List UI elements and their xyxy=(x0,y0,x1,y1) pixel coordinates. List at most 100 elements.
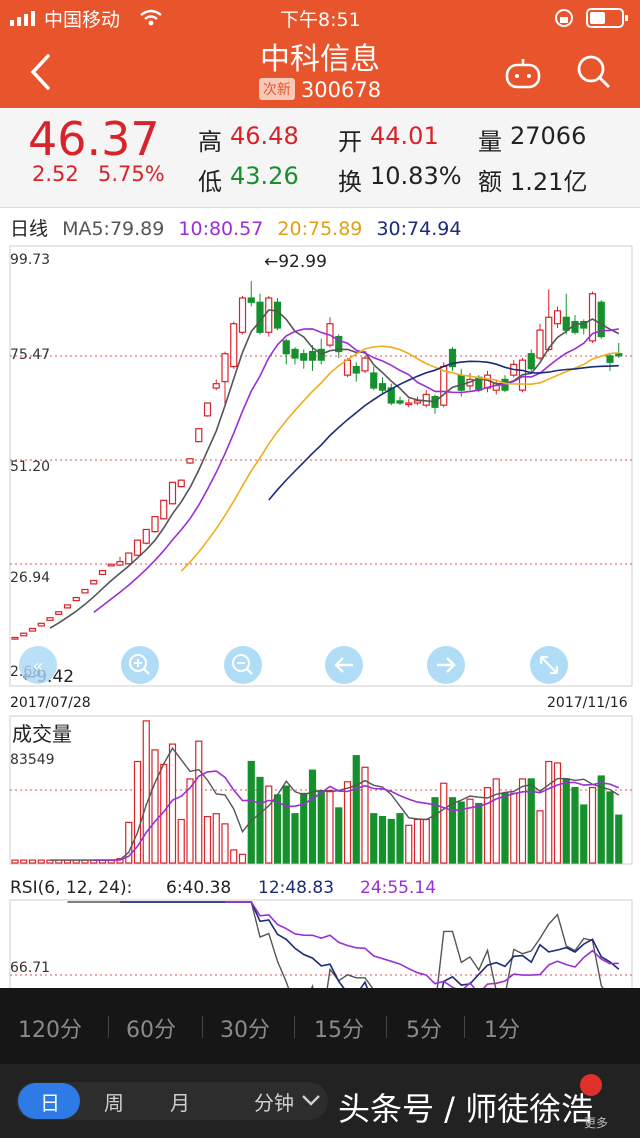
candle xyxy=(98,570,107,576)
candle xyxy=(308,350,317,361)
volume-bar xyxy=(247,760,255,864)
candle xyxy=(265,297,273,333)
volume-title: 成交量 xyxy=(12,722,72,746)
candle xyxy=(396,400,404,404)
candle xyxy=(133,539,142,556)
candle xyxy=(300,353,308,361)
volume-bar xyxy=(405,824,413,864)
fullscreen-button[interactable] xyxy=(530,646,568,684)
volume-bar xyxy=(571,786,579,864)
volume-bar xyxy=(588,786,597,864)
max-price-marker: ←92.99 xyxy=(264,252,327,272)
candle xyxy=(160,499,168,520)
watermark: 头条号 / 师徒徐浩 xyxy=(338,1090,594,1128)
zoom-in-button[interactable] xyxy=(121,646,159,684)
rsi6-line xyxy=(67,901,620,990)
candle xyxy=(553,310,562,325)
volume-bar xyxy=(282,785,290,864)
candle xyxy=(195,428,203,443)
stock-charts[interactable]: 99.73 75.47 51.20 26.94 2.68 ←92.99 ←9.4… xyxy=(0,0,640,990)
volume-bar xyxy=(597,775,605,864)
candle xyxy=(46,617,54,621)
kline-frame xyxy=(9,245,633,687)
volume-bar xyxy=(492,778,500,864)
volume-bar xyxy=(317,789,325,864)
y-label-3: 51.20 xyxy=(10,459,50,475)
volume-bar xyxy=(431,797,439,864)
candle xyxy=(571,320,579,333)
start-date: 2017/07/28 xyxy=(10,695,91,711)
candle xyxy=(562,316,570,331)
candle xyxy=(55,611,63,615)
zoom-reduce-button[interactable] xyxy=(224,646,262,684)
more-label[interactable]: 更多 xyxy=(584,1114,608,1131)
volume-bar xyxy=(11,859,19,864)
rsi-scale-label: 66.71 xyxy=(10,960,50,976)
candle xyxy=(282,340,290,355)
tab-week[interactable]: 周 xyxy=(104,1087,124,1116)
timeframe-30min[interactable]: 30分 xyxy=(220,1012,270,1044)
volume-bar xyxy=(28,859,37,864)
candle xyxy=(72,597,80,602)
timeframe-120min[interactable]: 120分 xyxy=(18,1012,82,1044)
candle xyxy=(291,348,299,359)
candle xyxy=(11,636,19,640)
y-label-4: 26.94 xyxy=(10,570,50,586)
scroll-right-button[interactable] xyxy=(427,646,465,684)
volume-bar xyxy=(378,815,387,864)
volume-bar xyxy=(448,797,457,864)
zoom-out-far-button[interactable]: « xyxy=(19,646,57,684)
candle xyxy=(352,365,360,374)
volume-bar xyxy=(186,778,194,864)
rsi12-line xyxy=(120,901,620,990)
timeframe-60min[interactable]: 60分 xyxy=(126,1012,176,1044)
rsi6-value: 6:40.38 xyxy=(166,878,231,898)
candle xyxy=(20,632,28,637)
candle xyxy=(125,552,133,565)
candle xyxy=(212,383,220,389)
tab-month[interactable]: 月 xyxy=(170,1087,190,1116)
volume-bar xyxy=(335,807,343,864)
y-label-2: 75.47 xyxy=(10,347,50,363)
tab-day[interactable]: 日 xyxy=(40,1087,60,1116)
volume-scale-label: 83549 xyxy=(10,752,55,768)
volume-bar xyxy=(265,785,273,864)
candle xyxy=(615,353,623,357)
volume-bar xyxy=(387,818,395,864)
volume-bar xyxy=(326,789,334,864)
timeframe-1min[interactable]: 1分 xyxy=(484,1012,520,1044)
candle xyxy=(405,402,413,406)
volume-bar xyxy=(580,804,588,864)
candle xyxy=(81,588,89,594)
candle xyxy=(151,516,159,533)
rsi-title: RSI(6, 12, 24): xyxy=(10,878,132,898)
volume-bar xyxy=(457,801,465,864)
volume-bar xyxy=(195,740,203,864)
chevron-down-icon[interactable] xyxy=(300,1092,322,1108)
candle xyxy=(28,627,37,632)
candle xyxy=(527,353,535,370)
timeframe-15min[interactable]: 15分 xyxy=(314,1012,364,1044)
volume-bar xyxy=(151,749,159,864)
notification-dot-icon xyxy=(580,1074,602,1096)
candle xyxy=(230,323,238,368)
volume-bar xyxy=(413,818,422,864)
candle xyxy=(378,383,387,391)
volume-bar xyxy=(562,778,570,864)
volume-bar xyxy=(291,813,299,864)
volume-bar xyxy=(308,769,317,864)
candle xyxy=(142,528,150,544)
candle xyxy=(273,301,282,329)
kline-grid xyxy=(10,355,632,565)
volume-bar xyxy=(20,859,28,864)
volume-bar xyxy=(475,802,483,864)
volume-bar xyxy=(343,781,352,864)
scroll-left-button[interactable] xyxy=(325,646,363,684)
volume-bar xyxy=(212,813,220,864)
volume-bar xyxy=(615,814,623,864)
volume-bar xyxy=(230,849,238,864)
volume-bar xyxy=(37,859,45,864)
tab-minute[interactable]: 分钟 xyxy=(254,1087,294,1116)
timeframe-5min[interactable]: 5分 xyxy=(406,1012,442,1044)
volume-bar xyxy=(536,810,544,864)
